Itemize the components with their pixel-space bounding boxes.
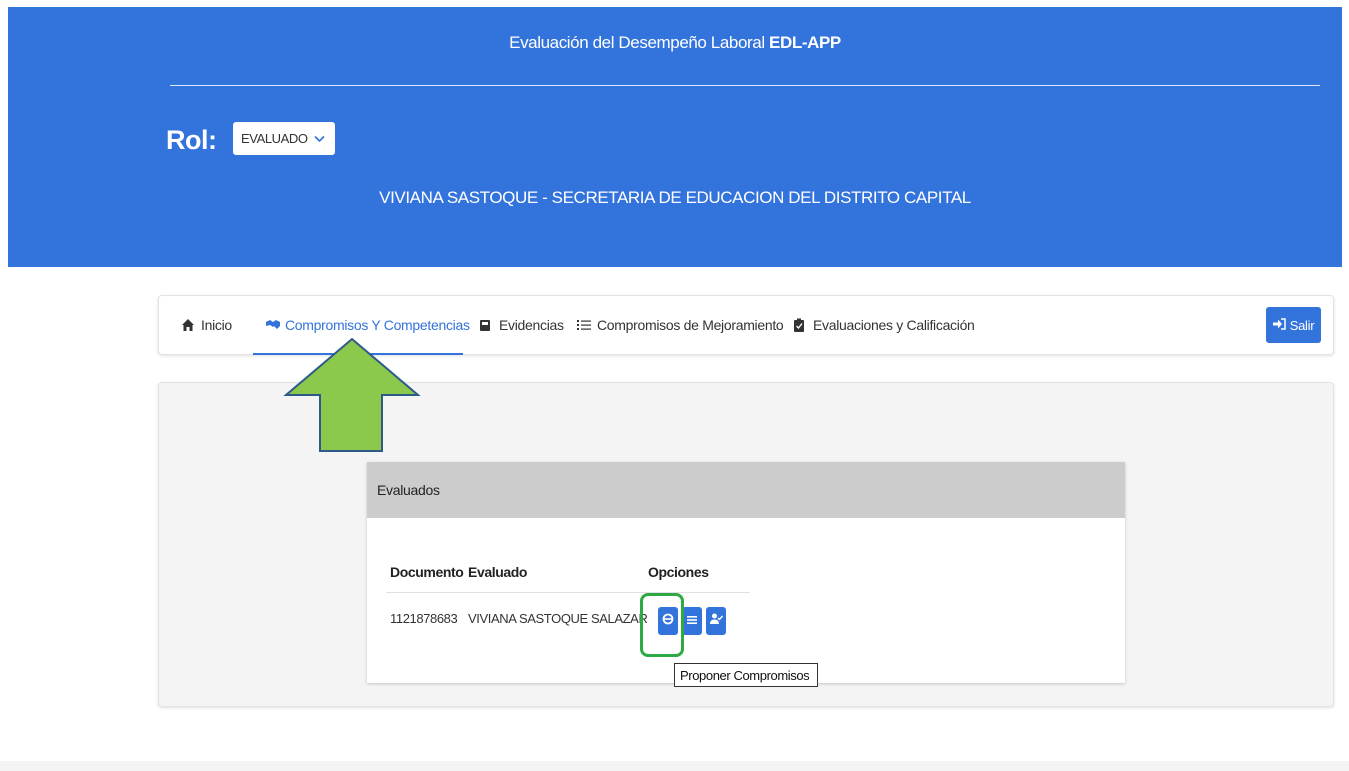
home-icon: [181, 318, 195, 332]
highlight-annotation: [640, 593, 684, 657]
nav-item-evaluaciones[interactable]: Evaluaciones y Calificación: [793, 317, 975, 333]
ver-compromisos-button[interactable]: [682, 607, 702, 635]
lock-icon: [479, 318, 493, 332]
nav-item-label: Evaluaciones y Calificación: [813, 317, 975, 333]
list-icon: [577, 318, 591, 332]
cell-documento: 1121878683: [390, 611, 458, 626]
sign-out-icon: [1272, 317, 1286, 333]
evaluados-panel: Evaluados Documento Evaluado Opciones 11…: [367, 462, 1125, 683]
nav-item-inicio[interactable]: Inicio: [181, 317, 232, 333]
header-divider: [170, 85, 1320, 86]
logout-label: Salir: [1289, 317, 1315, 333]
list-icon: [687, 612, 697, 630]
user-check-icon: [709, 612, 723, 630]
up-arrow-annotation: [283, 337, 421, 452]
rol-select[interactable]: EVALUADO: [233, 122, 335, 155]
nav-item-label: Compromisos Y Competencias: [285, 317, 470, 333]
chevron-down-icon: [314, 131, 325, 146]
app-title: Evaluación del Desempeño Laboral EDL-APP: [509, 33, 841, 52]
user-info: VIVIANA SASTOQUE - SECRETARIA DE EDUCACI…: [379, 188, 971, 207]
logout-button[interactable]: Salir: [1266, 307, 1321, 343]
nav-item-compromisos[interactable]: Compromisos Y Competencias: [265, 317, 470, 333]
column-header-opciones: Opciones: [648, 564, 709, 580]
tooltip: Proponer Compromisos: [674, 663, 818, 687]
column-header-documento: Documento: [390, 564, 464, 580]
nav-item-label: Evidencias: [499, 317, 564, 333]
cell-evaluado: VIVIANA SASTOQUE SALAZAR: [468, 611, 648, 626]
rol-select-value: EVALUADO: [241, 131, 308, 146]
clipboard-icon: [793, 318, 807, 332]
rol-label: Rol:: [166, 125, 217, 155]
nav-item-mejoramiento[interactable]: Compromisos de Mejoramiento: [577, 317, 784, 333]
column-header-evaluado: Evaluado: [468, 564, 528, 580]
table-header-divider: [386, 592, 750, 593]
evaluar-usuario-button[interactable]: [706, 607, 726, 635]
nav-item-label: Inicio: [201, 317, 232, 333]
nav-item-evidencias[interactable]: Evidencias: [479, 317, 564, 333]
footer: [0, 761, 1349, 771]
app-header: Evaluación del Desempeño Laboral EDL-APP…: [8, 7, 1342, 267]
handshake-icon: [265, 318, 280, 332]
panel-title: Evaluados: [367, 462, 1125, 518]
nav-item-label: Compromisos de Mejoramiento: [597, 317, 784, 333]
